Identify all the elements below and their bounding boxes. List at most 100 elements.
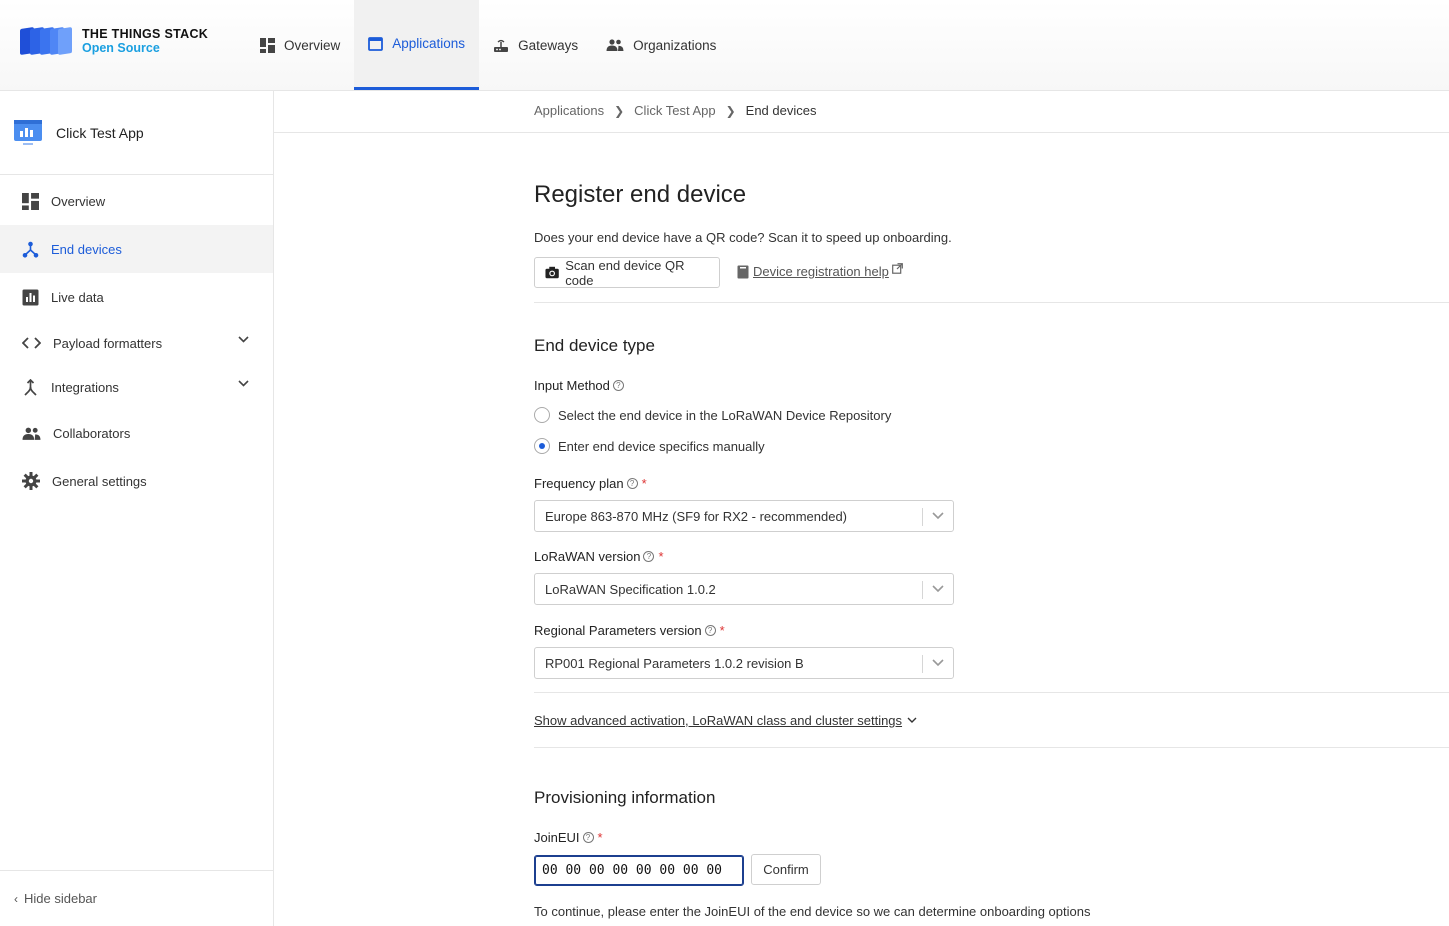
sidebar-app-header: Click Test App	[0, 91, 273, 175]
brand-logo[interactable]: THE THINGS STACK Open Source	[20, 26, 208, 56]
camera-icon	[545, 266, 559, 279]
logo-mark-icon	[20, 26, 72, 56]
breadcrumb-bar: Applications ❯ Click Test App ❯ End devi…	[274, 91, 1449, 133]
live-data-icon	[22, 289, 39, 305]
radio-manual-button[interactable]	[534, 438, 550, 454]
book-icon	[737, 265, 749, 278]
advanced-link-label: Show advanced activation, LoRaWAN class …	[534, 713, 903, 728]
confirm-label: Confirm	[763, 862, 809, 877]
main-nav: Overview Applications Gateways Organizat…	[246, 0, 730, 90]
section-divider	[534, 302, 1449, 303]
sidebar-item-label: Overview	[51, 193, 106, 209]
nav-overview-label: Overview	[284, 37, 341, 53]
qr-question: Does your end device have a QR code? Sca…	[534, 230, 952, 245]
frequency-plan-select[interactable]: Europe 863-870 MHz (SF9 for RX2 - recomm…	[534, 500, 954, 532]
radio-repository-label: Select the end device in the LoRaWAN Dev…	[558, 407, 892, 423]
app-icon	[14, 119, 42, 145]
chevron-down-icon[interactable]	[238, 336, 249, 343]
chevron-down-icon[interactable]	[238, 380, 249, 387]
required-marker: *	[658, 549, 664, 564]
breadcrumb: Applications ❯ Click Test App ❯ End devi…	[534, 103, 816, 118]
confirm-button[interactable]: Confirm	[751, 854, 821, 885]
help-icon[interactable]: ?	[643, 551, 655, 562]
sidebar-item-label: General settings	[52, 473, 147, 489]
lorawan-version-value: LoRaWAN Specification 1.0.2	[545, 581, 716, 597]
brand-edition: Open Source	[82, 41, 160, 55]
sidebar-item-label: Payload formatters	[53, 335, 163, 351]
sidebar-item-label: Collaborators	[53, 425, 131, 441]
help-icon[interactable]: ?	[582, 832, 594, 843]
radio-manual[interactable]: Enter end device specifics manually	[534, 438, 765, 454]
gear-icon	[22, 472, 40, 490]
code-icon	[22, 337, 41, 349]
lorawan-version-select[interactable]: LoRaWAN Specification 1.0.2	[534, 573, 954, 605]
regional-params-label: Regional Parameters version ? *	[534, 623, 725, 638]
breadcrumb-app[interactable]: Click Test App	[634, 103, 715, 118]
chevron-right-icon: ❯	[725, 103, 736, 118]
join-eui-input[interactable]	[534, 855, 744, 886]
nav-applications[interactable]: Applications	[354, 0, 480, 90]
sidebar-item-overview[interactable]: Overview	[0, 177, 273, 225]
show-advanced-settings-link[interactable]: Show advanced activation, LoRaWAN class …	[534, 713, 917, 728]
sidebar-item-integrations[interactable]: Integrations	[0, 365, 273, 409]
input-method-label-text: Input Method	[534, 378, 610, 393]
sidebar-app-name: Click Test App	[56, 124, 144, 141]
dashboard-icon	[22, 192, 39, 210]
breadcrumb-applications[interactable]: Applications	[534, 103, 604, 118]
gateway-icon	[494, 39, 509, 52]
help-icon[interactable]: ?	[612, 380, 624, 391]
hide-sidebar-label: Hide sidebar	[24, 891, 97, 906]
device-registration-help-link[interactable]: Device registration help	[737, 263, 903, 279]
lorawan-version-label-text: LoRaWAN version	[534, 549, 641, 564]
sidebar-item-collaborators[interactable]: Collaborators	[0, 409, 273, 457]
help-link-label: Device registration help	[753, 264, 889, 279]
nav-organizations[interactable]: Organizations	[592, 0, 730, 90]
chevron-down-icon	[932, 659, 944, 667]
radio-manual-label: Enter end device specifics manually	[558, 438, 765, 454]
help-icon[interactable]: ?	[626, 478, 638, 489]
page-title: Register end device	[534, 181, 747, 208]
section-divider	[534, 747, 1449, 748]
hide-sidebar-button[interactable]: ‹ Hide sidebar	[0, 870, 273, 926]
sidebar-item-general-settings[interactable]: General settings	[0, 457, 273, 505]
nav-gateways[interactable]: Gateways	[479, 0, 592, 90]
scan-qr-button[interactable]: Scan end device QR code	[534, 257, 720, 288]
collaborators-icon	[22, 427, 41, 440]
required-marker: *	[597, 830, 603, 845]
sidebar-item-end-devices[interactable]: End devices	[0, 225, 273, 273]
chevron-left-icon: ‹	[14, 891, 18, 906]
sidebar-item-payload-formatters[interactable]: Payload formatters	[0, 321, 273, 365]
top-header: THE THINGS STACK Open Source Overview Ap…	[0, 0, 1449, 91]
sidebar-item-label: End devices	[51, 241, 122, 257]
regional-params-label-text: Regional Parameters version	[534, 623, 702, 638]
nav-gateways-label: Gateways	[518, 37, 579, 53]
end-devices-icon	[22, 241, 39, 258]
breadcrumb-end-devices: End devices	[745, 103, 817, 118]
sidebar-item-label: Live data	[51, 289, 104, 305]
organizations-icon	[606, 39, 624, 51]
join-eui-label: JoinEUI ? *	[534, 830, 603, 845]
nav-overview[interactable]: Overview	[246, 0, 354, 90]
regional-params-value: RP001 Regional Parameters 1.0.2 revision…	[545, 655, 804, 671]
chevron-down-icon	[932, 512, 944, 520]
required-marker: *	[641, 476, 647, 491]
input-method-label: Input Method ?	[534, 378, 624, 393]
chevron-right-icon: ❯	[614, 103, 625, 118]
sidebar: Click Test App Overview End devices Live…	[0, 91, 274, 926]
nav-applications-label: Applications	[392, 36, 466, 51]
radio-repository[interactable]: Select the end device in the LoRaWAN Dev…	[534, 407, 891, 423]
continue-hint: To continue, please enter the JoinEUI of…	[534, 904, 1091, 919]
help-icon[interactable]: ?	[704, 625, 716, 636]
frequency-plan-label: Frequency plan ? *	[534, 476, 647, 491]
dashboard-icon	[260, 37, 275, 53]
lorawan-version-label: LoRaWAN version ? *	[534, 549, 664, 564]
integrations-icon	[24, 378, 37, 396]
sidebar-item-live-data[interactable]: Live data	[0, 273, 273, 321]
radio-repository-button[interactable]	[534, 407, 550, 423]
regional-params-select[interactable]: RP001 Regional Parameters 1.0.2 revision…	[534, 647, 954, 679]
sidebar-item-label: Integrations	[51, 379, 119, 395]
applications-icon	[368, 36, 384, 51]
nav-organizations-label: Organizations	[633, 37, 717, 53]
chevron-down-icon	[932, 585, 944, 593]
provisioning-title: Provisioning information	[534, 788, 716, 807]
